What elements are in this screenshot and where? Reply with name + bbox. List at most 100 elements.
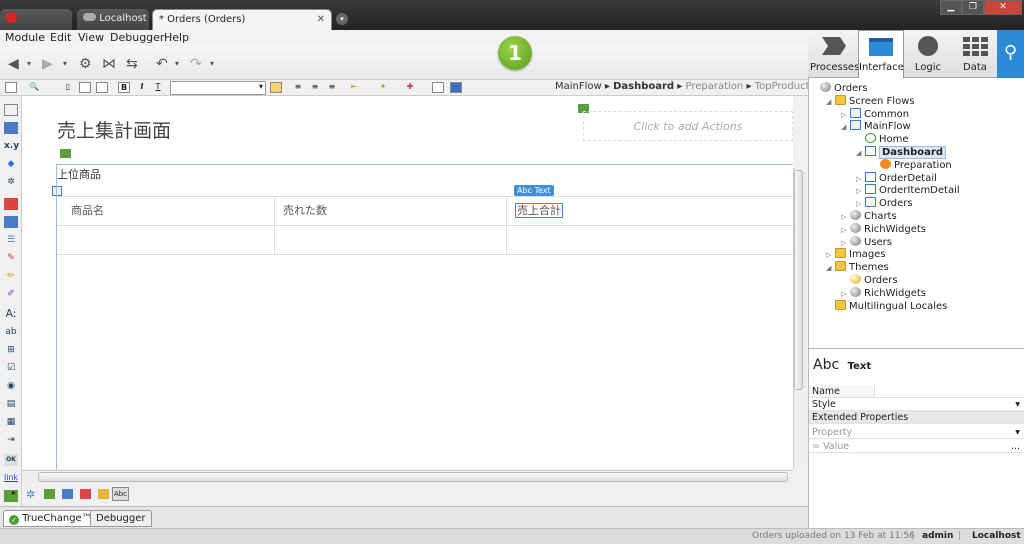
checkbox-widget-icon[interactable]: ☑ [4,362,18,374]
navigate-widget-icon[interactable]: ⇥ [4,434,18,446]
column-header-sold-count[interactable]: 売れた数 [275,197,507,226]
breadcrumb-dashboard[interactable]: Dashboard [613,81,674,92]
menu-view[interactable]: View [78,31,104,44]
tree-node[interactable]: ▷ Orders [856,197,913,210]
tree-node[interactable]: ▷ Users [841,235,892,249]
table-records-widget-icon[interactable] [4,122,18,134]
page-title[interactable]: 売上集計画面 [57,116,171,143]
underline-icon[interactable]: T [152,82,164,93]
breadcrumb-mainflow[interactable]: MainFlow [555,81,602,92]
table-row-cell[interactable] [275,226,507,255]
tree-node[interactable]: ▷ Charts [841,210,897,223]
tree-node[interactable]: Home [856,133,909,146]
input-widget-icon[interactable]: ⊞ [4,344,18,356]
link-widget-icon[interactable]: link [4,472,18,484]
merge-icon[interactable]: ⋈ [102,56,116,72]
button-widget-icon[interactable]: OK [4,454,18,466]
pencil-widget-icon[interactable]: ✏ [4,270,18,282]
list-records-widget-icon[interactable] [4,198,18,210]
tree-node[interactable]: Orders [841,274,898,287]
search-button[interactable]: ⚲ [997,30,1024,78]
tree-node[interactable]: ▷ Images [826,248,886,261]
format-icon[interactable] [270,82,282,93]
desktop-view-icon[interactable] [96,82,108,93]
undo-dropdown-icon[interactable]: ▾ [175,59,179,68]
property-value-row[interactable]: = Value ... [809,440,1024,453]
cell-breadcrumb-icon[interactable] [98,489,109,499]
brush-widget-icon[interactable]: ✐ [4,288,18,300]
gear-icon[interactable]: ⚙ [79,56,92,72]
tab-logic[interactable]: Logic [904,30,952,78]
tab-interface[interactable]: Interface [858,30,904,78]
tree-expand-icon[interactable]: ◢ [826,96,835,109]
tab-localhost[interactable]: Localhost [77,9,149,30]
combo-widget-icon[interactable]: ▤ [4,398,18,410]
table-handle-icon[interactable] [52,186,62,196]
show-record-widget-icon[interactable]: ☰ [4,234,18,246]
row-breadcrumb-icon[interactable] [80,489,91,499]
mobile-view-icon[interactable]: ▯ [62,82,74,93]
text-breadcrumb-icon[interactable]: Abc [112,487,129,501]
zoom-icon[interactable]: 🔍 [28,82,40,93]
property-style-row[interactable]: Style ▾ [809,398,1024,411]
style-select[interactable]: ▾ [170,81,266,95]
section-label[interactable]: 上位商品 [57,166,101,182]
layout-icon[interactable]: ✦ [377,82,389,93]
data-table[interactable]: 商品名 売れた数 売上合計 [57,196,793,255]
tab-outsystems[interactable]: outsystems [0,9,72,43]
tree-node[interactable]: ▷ RichWidgets [841,222,926,236]
property-key-row[interactable]: Property ▾ [809,426,1024,439]
tree-expand-icon[interactable]: ◢ [856,147,865,160]
web-block-breadcrumb-icon[interactable]: ✲ [26,488,35,501]
tree-node[interactable]: Orders [811,82,868,95]
back-icon[interactable]: ◀ [8,56,19,72]
column-icon[interactable]: ✚ [404,82,416,93]
text-widget-icon[interactable]: A: [4,308,18,320]
select-tool-icon[interactable] [5,82,17,93]
redo-icon[interactable]: ↷ [190,56,202,72]
menu-edit[interactable]: Edit [50,31,71,44]
compare-icon[interactable]: ⇆ [126,56,138,72]
tab-data[interactable]: Data [951,30,999,78]
align-right-icon[interactable]: ≡ [326,82,338,93]
tab-processes[interactable]: Processes [810,30,859,78]
grid-icon[interactable] [450,82,462,93]
close-tab-icon[interactable]: ✕ [317,10,325,29]
align-left-icon[interactable]: ≡ [292,82,304,93]
publish-button[interactable]: 1 [498,36,532,70]
tablet-view-icon[interactable] [79,82,91,93]
tree-node[interactable]: Preparation [871,158,952,172]
tab-truechange[interactable]: ✓ TrueChange™ [3,510,98,527]
tree-node[interactable]: ▷ OrderDetail [856,171,937,185]
tree-node[interactable]: ▷ Common [841,107,909,121]
label-widget-icon[interactable]: ab [4,326,18,338]
container-widget-icon[interactable] [4,104,18,116]
undo-icon[interactable]: ↶ [156,56,168,72]
minimize-button[interactable]: ▁ [940,0,962,15]
tree-expand-icon[interactable]: ◢ [841,121,850,134]
tab-dropdown-button[interactable]: ▾ [336,13,348,25]
tree-node[interactable]: Multilingual Locales [826,299,947,313]
tree-node[interactable]: ◢ Themes [826,261,889,274]
column-header-total-sales-text[interactable]: 売上合計 [515,203,563,218]
close-window-button[interactable]: ✕ [984,0,1022,15]
tree-node[interactable]: ▷ OrderItemDetail [856,184,960,197]
column-header-total-sales[interactable]: 売上合計 [507,197,793,226]
menu-help[interactable]: Help [164,31,189,44]
menu-debugger[interactable]: Debugger [110,31,164,44]
status-server[interactable]: Localhost [972,529,1021,544]
maximize-button[interactable]: ❐ [962,0,984,15]
column-header-product-name[interactable]: 商品名 [57,197,275,226]
horizontal-scrollbar-thumb[interactable] [38,472,788,482]
property-name-value[interactable] [874,385,1024,397]
back-dropdown-icon[interactable]: ▾ [27,59,31,68]
upload-widget-icon[interactable]: ▦ [4,416,18,428]
italic-icon[interactable]: I [136,82,148,93]
radio-widget-icon[interactable]: ◉ [4,380,18,392]
property-key-dropdown-icon[interactable]: ▾ [1015,426,1020,439]
expand-arrow-icon[interactable]: ▸ [12,488,16,497]
forward-dropdown-icon[interactable]: ▾ [63,59,67,68]
menu-module[interactable]: Module [5,31,45,44]
edit-record-widget-icon[interactable] [4,216,18,228]
forward-icon[interactable]: ▶ [42,56,53,72]
